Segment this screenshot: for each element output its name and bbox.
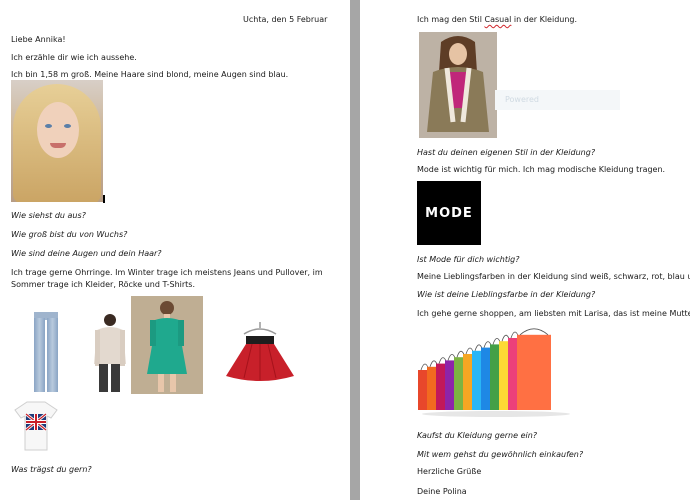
intro-line: Ich erzähle dir wie ich aussehe.: [11, 53, 137, 62]
signature: Deine Polina: [417, 487, 467, 496]
style-sentence: Ich mag den Stil Casual in der Kleidung.: [417, 15, 577, 25]
clothes-line-1: Ich trage gerne Ohrringe. Im Winter trag…: [11, 268, 323, 277]
union-jack-tshirt-photo: [13, 398, 59, 454]
red-skirt-photo: [224, 318, 296, 384]
question-buy-clothes: Kaufst du Kleidung gerne ein?: [417, 431, 538, 440]
green-dress-photo: [131, 296, 203, 394]
casual-style-photo: [419, 32, 497, 138]
question-height: Wie groß bist du von Wuchs?: [11, 230, 128, 239]
shopping-bags-photo: [416, 326, 570, 418]
document-page-left: Uchta, den 5 Februar Liebe Annika! Ich e…: [0, 0, 350, 500]
question-appearance: Wie siehst du aus?: [11, 211, 86, 220]
closing-line: Herzliche Grüße: [417, 467, 482, 476]
watermark-overlay: Powered: [495, 90, 620, 110]
shopping-sentence: Ich gehe gerne shoppen, am liebsten mit …: [417, 309, 690, 318]
jeans-photo: [32, 312, 60, 394]
mode-sentence: Mode ist wichtig für mich. Ich mag modis…: [417, 165, 666, 174]
portrait-photo: [11, 80, 103, 202]
question-favorite-color: Wie ist deine Lieblingsfarbe in der Klei…: [417, 290, 596, 299]
question-eyes-hair: Wie sind deine Augen und dein Haar?: [11, 249, 162, 258]
misspelled-word[interactable]: Casual: [485, 15, 512, 24]
mode-logo: MODE: [417, 181, 481, 245]
description-line: Ich bin 1,58 m groß. Meine Haare sind bl…: [11, 70, 289, 79]
document-page-right: Ich mag den Stil Casual in der Kleidung.…: [360, 0, 690, 500]
question-fashion-important: Ist Mode für dich wichtig?: [417, 255, 520, 264]
question-clothes: Was trägst du gern?: [11, 465, 92, 474]
date-line: Uchta, den 5 Februar: [243, 15, 328, 24]
text-cursor: [103, 195, 105, 203]
style-sentence-end: in der Kleidung.: [511, 15, 578, 24]
greeting: Liebe Annika!: [11, 35, 66, 44]
question-own-style: Hast du deinen eigenen Stil in der Kleid…: [417, 148, 596, 157]
sweater-photo: [89, 312, 129, 394]
page-gutter: [350, 0, 360, 500]
question-shopping-with: Mit wem gehst du gewöhnlich einkaufen?: [417, 450, 584, 459]
colors-sentence: Meine Lieblingsfarben in der Kleidung si…: [417, 272, 690, 281]
style-sentence-start: Ich mag den Stil: [417, 15, 485, 24]
clothes-line-2: Sommer trage ich Kleider, Röcke und T-Sh…: [11, 280, 196, 289]
